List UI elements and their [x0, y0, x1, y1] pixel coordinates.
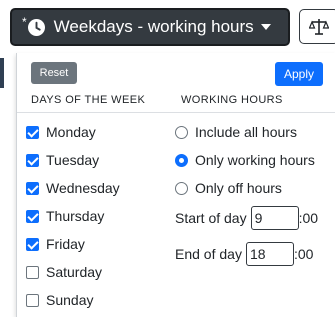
checkbox-checked-icon[interactable] [26, 237, 39, 251]
time-filter-panel: Reset Apply DAYS OF THE WEEK WORKING HOU… [16, 53, 335, 317]
day-checkbox-friday[interactable]: Friday [26, 234, 85, 254]
end-minutes-suffix: :00 [293, 246, 314, 262]
modified-marker: * [22, 15, 27, 29]
radio-label: Only off hours [195, 180, 282, 196]
balance-button[interactable] [299, 9, 335, 44]
end-of-day-row: End of day :00 [175, 241, 313, 267]
days-of-week-header: DAYS OF THE WEEK [31, 94, 146, 106]
balance-scale-icon [309, 18, 329, 35]
panel-divider [17, 112, 335, 113]
radio-label: Include all hours [195, 124, 297, 140]
working-hours-header: WORKING HOURS [181, 94, 283, 106]
day-label: Friday [46, 236, 85, 252]
start-of-day-label: Start of day [175, 210, 247, 226]
day-checkbox-sunday[interactable]: Sunday [26, 290, 93, 310]
day-label: Thursday [46, 208, 105, 224]
radio-only-off-hours[interactable]: Only off hours [175, 178, 282, 198]
day-label: Sunday [46, 292, 94, 308]
day-checkbox-thursday[interactable]: Thursday [26, 206, 104, 226]
clock-icon [27, 18, 45, 36]
day-label: Wednesday [46, 180, 120, 196]
day-checkbox-tuesday[interactable]: Tuesday [26, 150, 99, 170]
apply-button[interactable]: Apply [275, 62, 323, 86]
checkbox-checked-icon[interactable] [26, 181, 39, 195]
start-of-day-input[interactable] [250, 206, 299, 230]
background-header-edge [0, 58, 4, 88]
radio-include-all-hours[interactable]: Include all hours [175, 122, 297, 142]
radio-unselected-icon[interactable] [175, 181, 188, 195]
checkbox-checked-icon[interactable] [26, 209, 39, 223]
end-of-day-input[interactable] [245, 242, 294, 266]
start-of-day-row: Start of day :00 [175, 205, 318, 231]
time-filter-dropdown-button[interactable]: * Weekdays - working hours [10, 8, 290, 46]
end-of-day-label: End of day [175, 246, 242, 262]
background-page-edge [0, 58, 6, 317]
radio-label: Only working hours [195, 152, 315, 168]
checkbox-unchecked-icon[interactable] [26, 293, 39, 307]
day-label: Saturday [46, 264, 103, 280]
day-label: Tuesday [46, 152, 100, 168]
checkbox-checked-icon[interactable] [26, 125, 39, 139]
checkbox-checked-icon[interactable] [26, 153, 39, 167]
day-label: Monday [46, 124, 96, 140]
reset-button[interactable]: Reset [31, 62, 77, 84]
radio-unselected-icon[interactable] [175, 125, 188, 139]
day-checkbox-wednesday[interactable]: Wednesday [26, 178, 120, 198]
start-minutes-suffix: :00 [298, 210, 319, 226]
day-checkbox-monday[interactable]: Monday [26, 122, 96, 142]
caret-down-icon [260, 24, 271, 30]
checkbox-unchecked-icon[interactable] [26, 265, 39, 279]
radio-selected-icon[interactable] [175, 153, 188, 167]
time-filter-label: Weekdays - working hours [53, 17, 254, 36]
radio-only-working-hours[interactable]: Only working hours [175, 150, 315, 170]
day-checkbox-saturday[interactable]: Saturday [26, 262, 102, 282]
